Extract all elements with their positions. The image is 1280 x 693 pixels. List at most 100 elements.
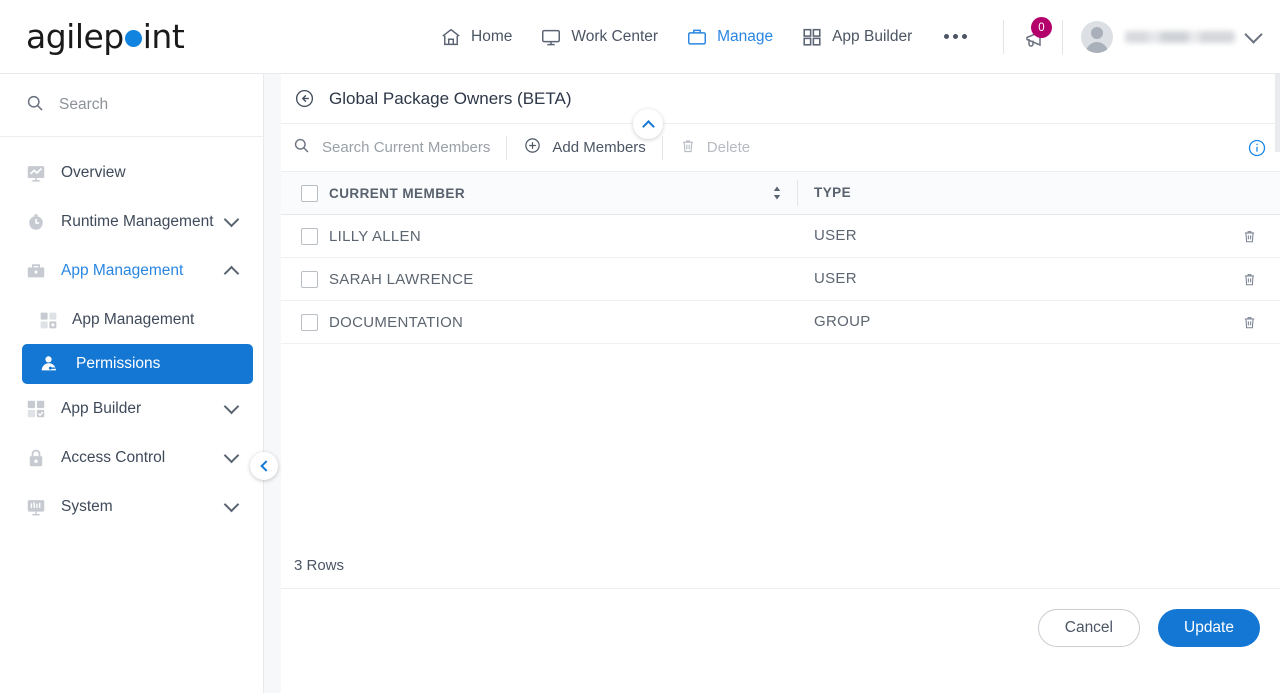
nav-item-home-label: Home xyxy=(471,27,513,45)
table-row[interactable]: LILLY ALLEN USER xyxy=(281,215,1280,258)
member-name: LILLY ALLEN xyxy=(329,227,421,245)
row-select-cell xyxy=(281,313,329,331)
nav-item-home[interactable]: Home xyxy=(426,17,526,57)
panel-footer: Cancel Update xyxy=(281,589,1280,666)
table-row[interactable]: DOCUMENTATION GROUP xyxy=(281,301,1280,344)
sidebar-item-runtime-management[interactable]: Runtime Management xyxy=(0,197,263,246)
overview-icon xyxy=(25,162,47,184)
row-checkbox[interactable] xyxy=(300,227,318,245)
dot-icon xyxy=(962,34,968,39)
sidebar-item-permissions[interactable]: Permissions xyxy=(22,344,253,384)
system-icon xyxy=(25,496,47,518)
table-body: LILLY ALLEN USER SARAH LAWRENCE USER DOC… xyxy=(281,215,1280,535)
sidebar-item-app-builder-label: App Builder xyxy=(61,399,142,417)
divider xyxy=(506,135,508,160)
nav-item-work-center[interactable]: Work Center xyxy=(526,17,672,57)
permissions-panel: Global Package Owners (BETA) Search Curr… xyxy=(281,74,1280,693)
member-name: SARAH LAWRENCE xyxy=(329,270,474,288)
sidebar-item-system-label: System xyxy=(61,497,113,515)
chevron-up-icon xyxy=(223,265,240,282)
nav-item-app-builder[interactable]: App Builder xyxy=(787,17,926,57)
sidebar-item-overview[interactable]: Overview xyxy=(0,148,263,197)
select-all-cell xyxy=(281,184,329,202)
app-root: agilep int Home Work Center Manage App B… xyxy=(0,0,1280,693)
nav-item-manage[interactable]: Manage xyxy=(672,17,787,57)
cell-row-actions xyxy=(1218,228,1280,245)
member-type: GROUP xyxy=(814,313,871,330)
cell-type: USER xyxy=(798,270,1218,288)
add-members-label: Add Members xyxy=(552,139,646,156)
info-icon[interactable] xyxy=(1247,138,1267,158)
search-icon xyxy=(25,93,45,118)
row-delete-icon[interactable] xyxy=(1241,271,1258,288)
chevron-down-icon xyxy=(223,398,240,415)
row-checkbox[interactable] xyxy=(300,313,318,331)
sidebar-item-app-builder[interactable]: App Builder xyxy=(0,384,263,433)
delete-button[interactable]: Delete xyxy=(679,137,750,159)
cell-type: GROUP xyxy=(798,313,1218,331)
row-delete-icon[interactable] xyxy=(1241,314,1258,331)
sidebar-menu: Overview Runtime Management App Manageme… xyxy=(0,137,263,531)
dot-icon xyxy=(944,34,950,39)
nav-item-work-center-label: Work Center xyxy=(571,27,659,45)
briefcase-icon xyxy=(686,26,708,48)
sidebar-item-system[interactable]: System xyxy=(0,482,263,531)
sidebar-item-access-control[interactable]: Access Control xyxy=(0,433,263,482)
sidebar-search-placeholder: Search xyxy=(59,96,109,113)
cell-type: USER xyxy=(798,227,1218,245)
sidebar-item-runtime-management-label: Runtime Management xyxy=(61,212,214,230)
monitor-icon xyxy=(540,26,562,48)
sidebar-search[interactable]: Search xyxy=(0,74,263,137)
user-name-label xyxy=(1125,31,1235,43)
user-permission-icon xyxy=(38,353,60,375)
member-type: USER xyxy=(814,227,857,244)
panel-collapse-toggle[interactable] xyxy=(633,109,663,139)
cell-current-member: DOCUMENTATION xyxy=(329,314,797,331)
sidebar-collapse-handle[interactable] xyxy=(250,452,278,480)
nav-overflow-button[interactable] xyxy=(926,34,985,39)
sidebar: Search Overview Runtime Management App M… xyxy=(0,74,278,693)
sidebar-subitem-app-management-label: App Management xyxy=(72,310,195,328)
delete-label: Delete xyxy=(706,139,751,156)
row-checkbox[interactable] xyxy=(300,270,318,288)
cell-row-actions xyxy=(1218,314,1280,331)
column-header-type: TYPE xyxy=(798,184,1218,202)
home-icon xyxy=(440,26,462,48)
avatar xyxy=(1081,21,1113,53)
main-nav: Home Work Center Manage App Builder xyxy=(426,17,985,57)
trash-icon xyxy=(679,137,697,159)
add-members-button[interactable]: Add Members xyxy=(523,136,646,159)
update-button[interactable]: Update xyxy=(1158,608,1260,647)
vertical-scrollbar[interactable] xyxy=(1275,74,1280,152)
chevron-down-icon xyxy=(223,496,240,513)
cell-row-actions xyxy=(1218,271,1280,288)
user-menu[interactable] xyxy=(1063,21,1280,53)
panel-toolbar: Search Current Members Add Members Delet… xyxy=(281,109,1280,172)
apps-icon xyxy=(38,310,58,330)
logo-dot-icon xyxy=(124,30,142,47)
sidebar-subitem-app-management[interactable]: App Management xyxy=(0,295,263,344)
cancel-button[interactable]: Cancel xyxy=(1037,608,1140,647)
briefcase-icon xyxy=(25,260,47,282)
top-right-actions: 0 xyxy=(1003,0,1280,74)
column-header-current-member[interactable]: CURRENT MEMBER xyxy=(329,185,797,201)
member-name: DOCUMENTATION xyxy=(329,313,464,331)
search-current-members-input[interactable]: Search Current Members xyxy=(292,136,490,159)
sidebar-item-permissions-label: Permissions xyxy=(76,355,161,372)
cell-current-member: LILLY ALLEN xyxy=(329,228,797,245)
table-row[interactable]: SARAH LAWRENCE USER xyxy=(281,258,1280,301)
agilepoint-logo[interactable]: agilep int xyxy=(0,17,264,56)
members-table: CURRENT MEMBER TYPE LILLY ALLEN USER SAR… xyxy=(281,172,1280,589)
column-header-current-member-label: CURRENT MEMBER xyxy=(329,185,466,201)
sidebar-item-app-management[interactable]: App Management xyxy=(0,246,263,295)
panel-header: Global Package Owners (BETA) xyxy=(281,74,1280,124)
chevron-up-icon xyxy=(641,119,655,133)
announcement-badge: 0 xyxy=(1031,17,1052,38)
sort-icon[interactable] xyxy=(771,185,783,201)
back-arrow-icon[interactable] xyxy=(294,88,315,109)
chevron-down-icon xyxy=(1244,25,1263,44)
select-all-checkbox[interactable] xyxy=(300,184,318,202)
announcements-button[interactable]: 0 xyxy=(1004,17,1062,48)
sidebar-item-overview-label: Overview xyxy=(61,163,126,181)
row-delete-icon[interactable] xyxy=(1241,228,1258,245)
